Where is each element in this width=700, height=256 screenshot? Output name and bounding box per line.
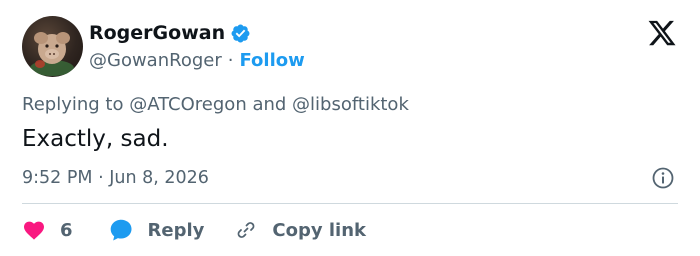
mention-link-2[interactable]: @libsoftiktok (292, 94, 409, 115)
copy-link-button[interactable]: Copy link (234, 218, 366, 242)
reply-joiner: and (246, 94, 293, 115)
link-icon (238, 222, 255, 238)
heart-icon (24, 221, 44, 240)
tweet-time[interactable]: 9:52 PM (22, 166, 93, 190)
like-button[interactable]: 6 (22, 218, 73, 242)
author-name-row: RogerGowan (89, 20, 251, 46)
info-icon[interactable] (651, 166, 675, 190)
verified-badge-icon[interactable] (230, 23, 251, 44)
reply-context: Replying to @ATCOregon and @libsoftiktok (22, 92, 409, 118)
separator-dot: · (227, 49, 234, 71)
reply-label: Reply (147, 219, 205, 241)
tweet-date[interactable]: Jun 8, 2026 (109, 166, 209, 190)
author-handle[interactable]: @GowanRoger (89, 50, 222, 71)
tweet-text: Exactly, sad. (22, 126, 169, 152)
author-handle-row: @GowanRoger · Follow (89, 47, 305, 73)
avatar-image (30, 32, 74, 76)
copy-link-label: Copy link (272, 219, 366, 241)
avatar[interactable] (22, 16, 83, 77)
action-bar: 6 Reply Copy link (22, 215, 366, 245)
author-display-name[interactable]: RogerGowan (89, 22, 225, 44)
like-count: 6 (60, 219, 73, 241)
follow-button[interactable]: Follow (239, 50, 304, 71)
divider (22, 203, 678, 204)
tweet-meta: 9:52 PM · Jun 8, 2026 (22, 166, 209, 190)
reply-button[interactable]: Reply (108, 217, 205, 243)
reply-bubble-icon (110, 219, 132, 241)
meta-separator: · (92, 168, 110, 188)
mention-link-1[interactable]: @ATCOregon (129, 94, 247, 115)
reply-prefix: Replying to (22, 94, 130, 115)
x-logo-icon[interactable] (646, 18, 678, 48)
